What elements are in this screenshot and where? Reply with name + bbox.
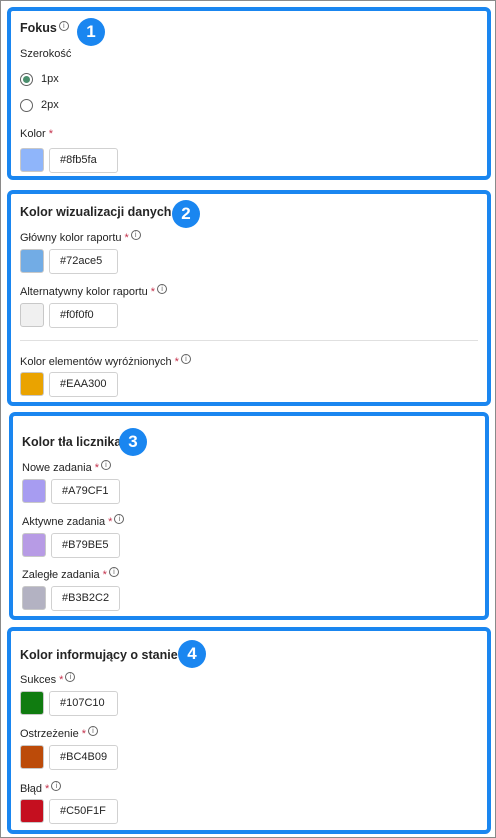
width-label: Szerokość [20,48,72,60]
status-section: Kolor informujący o stanie 4 Sukces * i #1… [7,627,491,834]
focus-color-input[interactable]: #8fb5fa [49,148,118,173]
new-tasks-swatch[interactable] [22,479,46,503]
data-viz-title: Kolor wizualizacji danych [20,205,172,219]
status-title: Kolor informujący o stanie [20,648,178,662]
step-badge-1: 1 [77,18,105,46]
info-icon[interactable]: i [101,460,111,470]
step-badge-4: 4 [178,640,206,668]
focus-section: Fokus i 1 Szerokość 1px 2px Kolor * #8fb5f… [7,7,491,180]
focus-color-swatch[interactable] [20,148,44,172]
focus-title: Fokus i [20,21,69,35]
alt-report-color-swatch[interactable] [20,303,44,327]
radio-2px-label: 2px [41,99,59,111]
focus-color-label: Kolor * [20,128,53,140]
radio-1px-label: 1px [41,73,59,85]
info-icon[interactable]: i [87,726,98,736]
main-report-color-input[interactable]: #72ace5 [49,249,118,274]
info-icon[interactable]: i [58,21,69,31]
new-tasks-label: Nowe zadania * i [22,460,111,474]
section-divider [20,340,478,341]
highlight-color-input[interactable]: #EAA300 [49,372,118,397]
info-icon[interactable]: i [114,514,125,524]
info-icon[interactable]: i [157,284,168,294]
active-tasks-swatch[interactable] [22,533,46,557]
radio-2px[interactable] [20,99,33,112]
warning-input[interactable]: #BC4B09 [49,745,118,770]
step-badge-3: 3 [119,428,147,456]
overdue-tasks-input[interactable]: #B3B2C2 [51,586,120,611]
info-icon[interactable]: i [180,354,191,364]
info-icon[interactable]: i [51,781,62,791]
success-label: Sukces * i [20,672,76,686]
info-icon[interactable]: i [108,567,119,577]
step-badge-2: 2 [172,200,200,228]
data-viz-section: Kolor wizualizacji danych 2 Główny kolor… [7,190,491,406]
warning-label: Ostrzeżenie * i [20,726,98,740]
radio-1px[interactable] [20,73,33,86]
overdue-tasks-label: Zaległe zadania * i [22,567,119,581]
success-swatch[interactable] [20,691,44,715]
active-tasks-input[interactable]: #B79BE5 [51,533,120,558]
active-tasks-label: Aktywne zadania * i [22,514,125,528]
success-input[interactable]: #107C10 [49,691,118,716]
error-label: Błąd * i [20,781,62,795]
warning-swatch[interactable] [20,745,44,769]
settings-panel: Fokus i 1 Szerokość 1px 2px Kolor * #8fb5f… [0,0,496,838]
counter-title: Kolor tła licznika [22,435,122,449]
error-input[interactable]: #C50F1F [49,799,118,824]
alt-report-color-input[interactable]: #f0f0f0 [49,303,118,328]
error-swatch[interactable] [20,799,44,823]
counter-section: Kolor tła licznika 3 Nowe zadania * i #A79… [9,412,489,620]
highlight-color-swatch[interactable] [20,372,44,396]
main-report-color-label: Główny kolor raportu * i [20,230,141,244]
highlight-color-label: Kolor elementów wyróżnionych * i [20,354,191,368]
new-tasks-input[interactable]: #A79CF1 [51,479,120,504]
main-report-color-swatch[interactable] [20,249,44,273]
info-icon[interactable]: i [130,230,141,240]
info-icon[interactable]: i [65,672,76,682]
overdue-tasks-swatch[interactable] [22,586,46,610]
alt-report-color-label: Alternatywny kolor raportu * i [20,284,168,298]
